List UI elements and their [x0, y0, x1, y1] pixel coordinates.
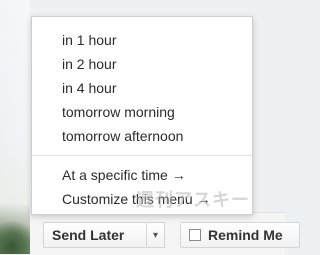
menu-item-customize-menu[interactable]: Customize this menu →	[32, 187, 252, 211]
menu-item-in-2-hour[interactable]: in 2 hour	[32, 52, 252, 76]
send-later-menu: in 1 hour in 2 hour in 4 hour tomorrow m…	[31, 16, 253, 215]
remind-me-label: Remind Me	[208, 227, 283, 243]
menu-item-in-4-hour[interactable]: in 4 hour	[32, 76, 252, 100]
remind-me-toggle[interactable]: Remind Me	[180, 222, 300, 248]
menu-item-tomorrow-afternoon[interactable]: tomorrow afternoon	[32, 124, 252, 148]
compose-toolbar: Send Later ▾ Remind Me	[30, 212, 300, 255]
menu-divider	[32, 155, 252, 156]
menu-item-tomorrow-morning[interactable]: tomorrow morning	[32, 100, 252, 124]
chevron-down-icon: ▾	[152, 229, 159, 241]
menu-item-specific-time[interactable]: At a specific time →	[32, 163, 252, 187]
send-later-dropdown-button[interactable]: ▾	[147, 222, 165, 248]
remind-me-checkbox[interactable]	[189, 229, 201, 241]
background-image-edge	[0, 214, 30, 254]
send-later-label: Send Later	[52, 227, 125, 243]
menu-item-in-1-hour[interactable]: in 1 hour	[32, 28, 252, 52]
send-later-button[interactable]: Send Later	[43, 222, 147, 248]
